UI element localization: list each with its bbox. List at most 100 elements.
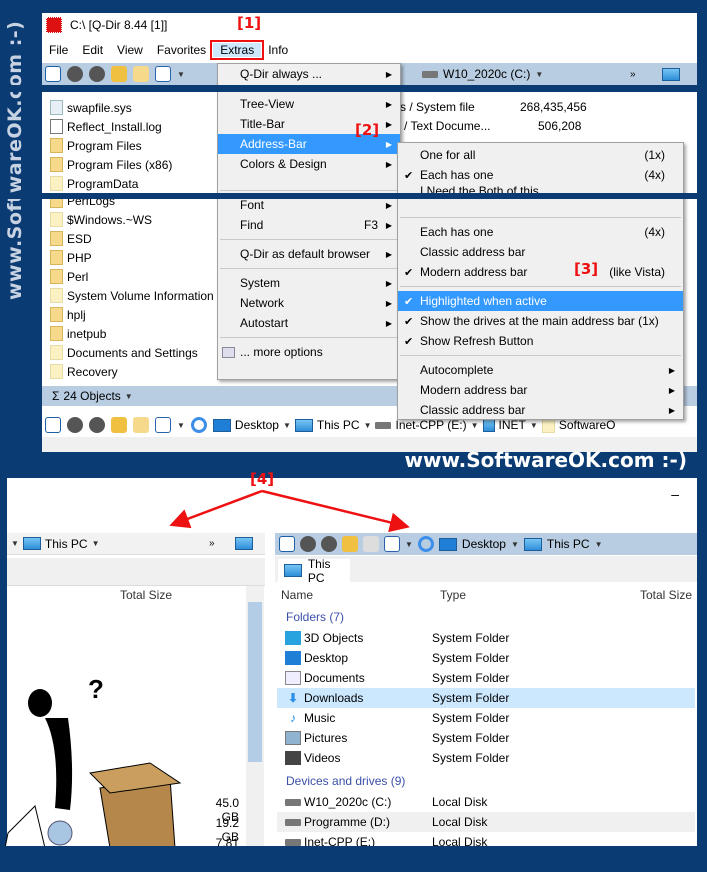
menu-item-more-options[interactable]: ... more options — [218, 342, 400, 362]
crumb-dropdown-icon[interactable]: ▼ — [511, 540, 519, 549]
list-item[interactable]: PHP — [50, 248, 214, 267]
header-name[interactable]: Name — [281, 588, 313, 602]
table-row[interactable]: ⬇ Downloads System Folder — [277, 688, 695, 708]
list-view-icon[interactable] — [45, 66, 61, 82]
menu-item-one-for-all[interactable]: One for all (1x) — [398, 145, 683, 165]
new-folder-icon[interactable] — [133, 66, 149, 82]
crumb-inet[interactable]: INET — [499, 418, 526, 432]
table-row[interactable]: Programme (D:) Local Disk — [277, 812, 695, 832]
list-view-icon[interactable] — [279, 536, 295, 552]
crumb-dropdown-icon[interactable]: ▼ — [92, 539, 100, 548]
table-row[interactable]: 3D Objects System Folder — [277, 628, 695, 648]
new-folder-icon[interactable] — [133, 417, 149, 433]
menu-item-each-has-one[interactable]: ✔ Each has one (4x) — [398, 165, 683, 185]
crumb-dropdown-icon[interactable]: ▼ — [364, 421, 372, 430]
menu-info[interactable]: Info — [261, 43, 295, 57]
crumb-dropdown-icon[interactable]: ▼ — [595, 540, 603, 549]
tab-this-pc[interactable]: This PC — [278, 557, 350, 585]
forward-icon[interactable] — [89, 417, 105, 433]
list-view-icon[interactable] — [45, 417, 61, 433]
chevron-more-icon[interactable]: » — [630, 69, 636, 80]
menu-item-each-has-one-2[interactable]: Each has one (4x) — [398, 222, 683, 242]
view-dropdown-icon[interactable]: ▼ — [177, 70, 185, 79]
view-dropdown-icon[interactable]: ▼ — [405, 540, 413, 549]
crumb-dropdown-icon[interactable]: ▼ — [530, 421, 538, 430]
list-item[interactable]: hplj — [50, 305, 214, 324]
table-row[interactable]: Documents System Folder — [277, 668, 695, 688]
list-item[interactable]: swapfile.sys — [50, 98, 172, 117]
table-row[interactable]: Videos System Folder — [277, 748, 695, 768]
up-folder-icon[interactable] — [111, 417, 127, 433]
menu-favorites[interactable]: Favorites — [150, 43, 213, 57]
menu-extras[interactable]: Extras — [210, 40, 265, 60]
view-dropdown-icon[interactable]: ▼ — [177, 421, 185, 430]
crumb-dropdown-icon[interactable]: ▼ — [283, 421, 291, 430]
crumb-dropdown-icon[interactable]: ▼ — [471, 421, 479, 430]
header-type[interactable]: Type — [440, 588, 466, 602]
menu-item-qdir-always[interactable]: Q-Dir always ... ▶ — [218, 64, 400, 84]
crumb-dropdown-icon[interactable]: ▼ — [11, 539, 19, 548]
list-item[interactable]: inetpub — [50, 324, 214, 343]
computer-icon[interactable] — [235, 537, 253, 550]
list-item[interactable]: System Volume Information — [50, 286, 214, 305]
list-item[interactable]: Program Files — [50, 136, 172, 155]
chevron-more-icon[interactable]: » — [209, 538, 215, 549]
forward-icon[interactable] — [89, 66, 105, 82]
menu-item-classic-address-bar-sub[interactable]: Classic address bar ▶ — [398, 400, 683, 420]
left-crumb-this-pc[interactable]: This PC — [45, 537, 88, 551]
view-mode-icon[interactable] — [155, 66, 171, 82]
menu-item-show-drives[interactable]: ✔ Show the drives at the main address bar… — [398, 311, 683, 331]
menu-item-find[interactable]: Find F3 ▶ — [218, 215, 400, 235]
list-item[interactable]: ESD — [50, 229, 214, 248]
crumb-folder[interactable]: SoftwareO — [559, 418, 616, 432]
menu-item-classic-address-bar[interactable]: Classic address bar — [398, 242, 683, 262]
up-folder-icon[interactable] — [342, 536, 358, 552]
table-row[interactable]: ♪ Music System Folder — [277, 708, 695, 728]
list-item[interactable]: Program Files (x86) — [50, 155, 172, 174]
group-devices-drives[interactable]: Devices and drives (9) — [286, 774, 405, 788]
menu-file[interactable]: File — [42, 43, 75, 57]
address-bar[interactable]: W10_2020c (C:) ▼ — [422, 67, 543, 81]
up-folder-icon[interactable] — [111, 66, 127, 82]
list-item[interactable]: Perl — [50, 267, 214, 286]
group-folders[interactable]: Folders (7) — [286, 610, 344, 624]
computer-icon[interactable] — [662, 67, 680, 81]
refresh-icon[interactable] — [417, 536, 434, 552]
crumb-this-pc[interactable]: This PC — [317, 418, 360, 432]
new-folder-icon[interactable] — [363, 536, 379, 552]
right-crumb-desktop[interactable]: Desktop — [462, 537, 506, 551]
menu-item-modern-address-bar[interactable]: ✔ Modern address bar (like Vista) — [398, 262, 683, 282]
menu-item-highlighted-when-active[interactable]: ✔ Highlighted when active — [398, 291, 683, 311]
left-scrollbar[interactable] — [246, 586, 264, 846]
back-icon[interactable] — [300, 536, 316, 552]
menu-item-colors-design[interactable]: Colors & Design ▶ — [218, 154, 400, 174]
header-total-size[interactable]: Total Size — [640, 588, 692, 602]
list-item[interactable]: $Windows.~WS — [50, 210, 214, 229]
menu-item-network[interactable]: Network ▶ — [218, 293, 400, 313]
crumb-drive[interactable]: Inet-CPP (E:) — [395, 418, 466, 432]
minimize-icon[interactable]: – — [671, 486, 679, 502]
status-dropdown-icon[interactable]: ▼ — [125, 392, 133, 401]
address-drive[interactable]: W10_2020c (C:) — [443, 67, 530, 81]
list-item[interactable]: Reflect_Install.log — [50, 117, 172, 136]
objects-count[interactable]: 24 Objects — [63, 389, 120, 403]
menu-item-show-refresh[interactable]: ✔ Show Refresh Button — [398, 331, 683, 351]
left-header-total-size[interactable]: Total Size — [120, 588, 172, 602]
refresh-icon[interactable] — [190, 417, 207, 433]
view-mode-icon[interactable] — [155, 417, 171, 433]
table-row[interactable]: Pictures System Folder — [277, 728, 695, 748]
menu-item-tree-view[interactable]: Tree-View ▶ — [218, 94, 400, 114]
menu-item-modern-address-bar-sub[interactable]: Modern address bar ▶ — [398, 380, 683, 400]
menu-edit[interactable]: Edit — [75, 43, 110, 57]
list-item[interactable]: Recovery — [50, 362, 214, 381]
menu-item-default-browser[interactable]: Q-Dir as default browser ▶ — [218, 244, 400, 264]
menu-item-autocomplete[interactable]: Autocomplete ▶ — [398, 360, 683, 380]
forward-icon[interactable] — [321, 536, 337, 552]
view-mode-icon[interactable] — [384, 536, 400, 552]
menu-item-autostart[interactable]: Autostart ▶ — [218, 313, 400, 333]
back-icon[interactable] — [67, 66, 83, 82]
address-dropdown-icon[interactable]: ▼ — [535, 70, 543, 79]
back-icon[interactable] — [67, 417, 83, 433]
table-row[interactable]: W10_2020c (C:) Local Disk — [277, 792, 695, 812]
crumb-desktop[interactable]: Desktop — [235, 418, 279, 432]
